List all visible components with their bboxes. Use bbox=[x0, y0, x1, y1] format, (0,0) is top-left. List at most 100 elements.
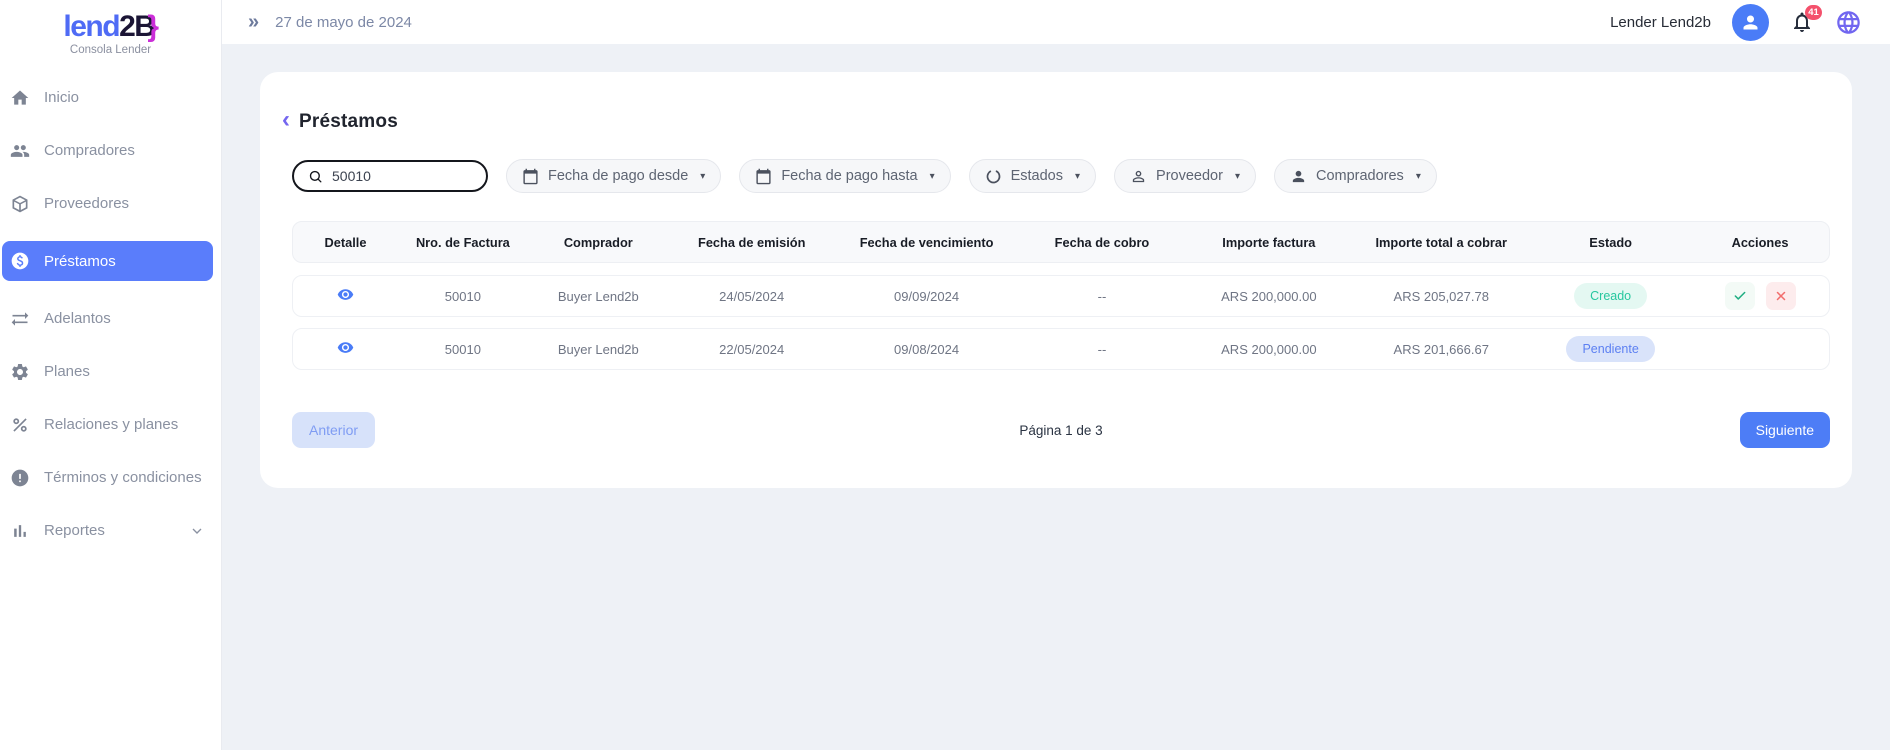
caret-down-icon: ▾ bbox=[1235, 171, 1240, 182]
info-icon bbox=[10, 468, 30, 488]
col-header-comprador: Comprador bbox=[528, 235, 669, 250]
cell-invoice-number: 50010 bbox=[398, 289, 528, 304]
col-header-fecha-vencimiento: Fecha de vencimiento bbox=[835, 235, 1019, 250]
col-header-detalle: Detalle bbox=[293, 235, 398, 250]
sidebar-item-label: Proveedores bbox=[44, 195, 129, 212]
filter-proveedor[interactable]: Proveedor ▾ bbox=[1114, 159, 1256, 193]
cell-due-date: 09/09/2024 bbox=[835, 289, 1019, 304]
filter-estados[interactable]: Estados ▾ bbox=[969, 159, 1096, 193]
sidebar-item-adelantos[interactable]: Adelantos bbox=[2, 303, 213, 334]
next-page-button[interactable]: Siguiente bbox=[1740, 412, 1830, 448]
previous-page-button[interactable]: Anterior bbox=[292, 412, 375, 448]
table-row: 50010 Buyer Lend2b 22/05/2024 09/08/2024… bbox=[292, 328, 1830, 370]
caret-down-icon: ▾ bbox=[1075, 171, 1080, 182]
page-info: Página 1 de 3 bbox=[1019, 423, 1102, 438]
avatar-button[interactable] bbox=[1732, 4, 1769, 41]
status-circle-icon bbox=[985, 168, 1002, 185]
logo-lend: lend bbox=[63, 10, 119, 43]
filter-fecha-pago-hasta[interactable]: Fecha de pago hasta ▾ bbox=[739, 159, 950, 193]
sidebar-item-label: Relaciones y planes bbox=[44, 416, 178, 433]
reject-button[interactable] bbox=[1766, 282, 1796, 310]
loans-card: ‹ Préstamos Fecha de pago desde ▾ Fecha … bbox=[260, 72, 1852, 488]
filter-label: Estados bbox=[1011, 168, 1063, 184]
filter-label: Fecha de pago desde bbox=[548, 168, 688, 184]
calendar-icon bbox=[522, 168, 539, 185]
sidebar-item-reportes[interactable]: Reportes bbox=[2, 515, 213, 546]
person-outline-icon bbox=[1130, 168, 1147, 185]
back-chevron-icon[interactable]: ‹ bbox=[282, 108, 290, 135]
table-row: 50010 Buyer Lend2b 24/05/2024 09/09/2024… bbox=[292, 275, 1830, 317]
status-badge: Creado bbox=[1574, 283, 1647, 310]
topbar-left: » 27 de mayo de 2024 bbox=[248, 12, 412, 32]
cell-issue-date: 24/05/2024 bbox=[669, 289, 835, 304]
brand-logo: lend2B} Consola Lender bbox=[0, 10, 221, 56]
sidebar-item-label: Inicio bbox=[44, 89, 79, 106]
filter-compradores[interactable]: Compradores ▾ bbox=[1274, 159, 1437, 193]
sidebar-item-inicio[interactable]: Inicio bbox=[2, 82, 213, 113]
logo-accent-bracket: } bbox=[147, 10, 157, 43]
col-header-fecha-cobro: Fecha de cobro bbox=[1019, 235, 1186, 250]
percent-icon bbox=[10, 415, 30, 435]
cell-buyer: Buyer Lend2b bbox=[528, 342, 669, 357]
cell-total-to-collect: ARS 201,666.67 bbox=[1352, 342, 1530, 357]
pagination: Anterior Página 1 de 3 Siguiente bbox=[292, 412, 1830, 448]
sidebar-item-label: Términos y condiciones bbox=[44, 469, 202, 486]
chevron-down-icon bbox=[189, 523, 205, 539]
sidebar-collapse-icon[interactable]: » bbox=[248, 12, 259, 32]
filter-fecha-pago-desde[interactable]: Fecha de pago desde ▾ bbox=[506, 159, 721, 193]
status-badge: Pendiente bbox=[1566, 336, 1654, 363]
col-header-importe-factura: Importe factura bbox=[1185, 235, 1352, 250]
actions-cell bbox=[1691, 282, 1829, 310]
sidebar-item-label: Préstamos bbox=[44, 253, 116, 270]
cell-invoice-number: 50010 bbox=[398, 342, 528, 357]
notification-count-badge: 41 bbox=[1805, 5, 1822, 20]
person-filled-icon bbox=[1290, 168, 1307, 185]
sidebar-item-prestamos[interactable]: Préstamos bbox=[2, 241, 213, 281]
page-title: Préstamos bbox=[299, 111, 398, 133]
sidebar-item-label: Reportes bbox=[44, 522, 105, 539]
eye-icon bbox=[337, 286, 354, 303]
sidebar-item-relaciones[interactable]: Relaciones y planes bbox=[2, 409, 213, 440]
language-button[interactable] bbox=[1835, 9, 1862, 36]
filter-row: Fecha de pago desde ▾ Fecha de pago hast… bbox=[292, 159, 1830, 193]
detail-eye-button[interactable] bbox=[337, 286, 354, 303]
person-icon bbox=[1740, 12, 1761, 33]
logo-text: lend2B} bbox=[0, 10, 221, 43]
search-icon bbox=[308, 169, 323, 184]
globe-icon bbox=[1835, 9, 1862, 36]
detail-eye-button[interactable] bbox=[337, 339, 354, 356]
bar-chart-icon bbox=[10, 521, 30, 541]
sidebar-item-terminos[interactable]: Términos y condiciones bbox=[2, 462, 213, 493]
swap-arrows-icon bbox=[10, 309, 30, 329]
calendar-icon bbox=[755, 168, 772, 185]
notifications-button[interactable]: 41 bbox=[1790, 10, 1814, 34]
current-date: 27 de mayo de 2024 bbox=[275, 14, 412, 31]
home-icon bbox=[10, 88, 30, 108]
col-header-acciones: Acciones bbox=[1691, 235, 1829, 250]
eye-icon bbox=[337, 339, 354, 356]
approve-button[interactable] bbox=[1725, 282, 1755, 310]
col-header-importe-total: Importe total a cobrar bbox=[1352, 235, 1530, 250]
caret-down-icon: ▾ bbox=[700, 171, 705, 182]
topbar: » 27 de mayo de 2024 Lender Lend2b 41 bbox=[222, 0, 1890, 44]
gear-icon bbox=[10, 362, 30, 382]
search-input[interactable] bbox=[332, 168, 472, 184]
sidebar-item-label: Planes bbox=[44, 363, 90, 380]
people-icon bbox=[10, 141, 30, 161]
cube-icon bbox=[10, 194, 30, 214]
title-row: ‹ Préstamos bbox=[282, 108, 1830, 135]
x-icon bbox=[1774, 289, 1788, 303]
caret-down-icon: ▾ bbox=[1416, 171, 1421, 182]
filter-label: Proveedor bbox=[1156, 168, 1223, 184]
sidebar-item-compradores[interactable]: Compradores bbox=[2, 135, 213, 166]
search-box bbox=[292, 160, 488, 192]
content-area: ‹ Préstamos Fecha de pago desde ▾ Fecha … bbox=[222, 44, 1890, 750]
sidebar-item-label: Adelantos bbox=[44, 310, 111, 327]
cell-total-to-collect: ARS 205,027.78 bbox=[1352, 289, 1530, 304]
cell-collection-date: -- bbox=[1019, 289, 1186, 304]
sidebar-item-label: Compradores bbox=[44, 142, 135, 159]
sidebar-item-planes[interactable]: Planes bbox=[2, 356, 213, 387]
sidebar-item-proveedores[interactable]: Proveedores bbox=[2, 188, 213, 219]
col-header-estado: Estado bbox=[1530, 235, 1691, 250]
cell-invoice-amount: ARS 200,000.00 bbox=[1185, 342, 1352, 357]
